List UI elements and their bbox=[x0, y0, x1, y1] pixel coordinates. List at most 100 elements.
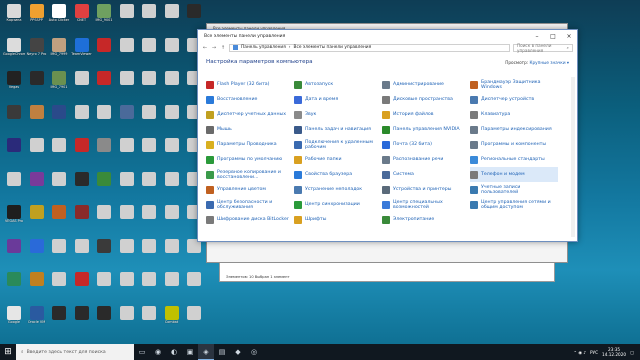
control-panel-item[interactable]: Дисковые пространства bbox=[382, 92, 470, 107]
control-panel-item[interactable]: Клавиатура bbox=[470, 107, 558, 122]
title-bar[interactable]: Все элементы панели управления – □ × bbox=[198, 30, 577, 42]
desktop-icon[interactable] bbox=[48, 238, 70, 265]
control-panel-item[interactable]: Центр управления сетями и общим доступом bbox=[470, 197, 558, 212]
control-panel-item[interactable]: Распознавание речи bbox=[382, 152, 470, 167]
control-panel-item[interactable]: Панель управления NVIDIA bbox=[382, 122, 470, 137]
desktop-icon[interactable] bbox=[93, 272, 115, 298]
control-panel-item[interactable]: Центр синхронизации bbox=[294, 197, 382, 212]
clock[interactable]: 23:35 14.12.2020 bbox=[602, 347, 626, 357]
control-panel-item[interactable]: Учетные записи пользователей bbox=[470, 182, 558, 197]
control-panel-item[interactable]: Управление цветом bbox=[206, 182, 294, 197]
desktop-icon[interactable] bbox=[161, 71, 183, 97]
desktop-icon[interactable] bbox=[183, 238, 205, 265]
desktop-icon[interactable] bbox=[93, 171, 115, 198]
desktop-icon[interactable] bbox=[26, 104, 48, 131]
control-panel-window[interactable]: Все элементы панели управления – □ × ← →… bbox=[197, 29, 578, 242]
control-panel-item[interactable]: Шифрование диска BitLocker bbox=[206, 212, 294, 227]
desktop-icon[interactable] bbox=[48, 104, 70, 131]
desktop-icon[interactable] bbox=[161, 37, 183, 64]
desktop-icon[interactable] bbox=[71, 305, 93, 332]
desktop-icon[interactable] bbox=[138, 4, 160, 30]
desktop-icon[interactable] bbox=[161, 205, 183, 231]
desktop-icon[interactable] bbox=[71, 71, 93, 97]
desktop-icon[interactable] bbox=[93, 37, 115, 64]
control-panel-item[interactable]: Почта (32 бита) bbox=[382, 137, 470, 152]
desktop-icon[interactable] bbox=[93, 104, 115, 131]
language-indicator[interactable]: РУС bbox=[590, 350, 598, 355]
control-panel-item[interactable]: Параметры индексирования bbox=[470, 122, 558, 137]
control-panel-item[interactable]: Диспетчер учетных данных bbox=[206, 107, 294, 122]
desktop-icon[interactable] bbox=[48, 138, 70, 164]
back-icon[interactable]: ← bbox=[202, 45, 208, 51]
desktop-icon[interactable] bbox=[116, 138, 138, 164]
desktop-icon[interactable] bbox=[116, 205, 138, 231]
control-panel-item[interactable]: Дата и время bbox=[294, 92, 382, 107]
desktop-icon[interactable]: PPSSPP bbox=[26, 4, 48, 30]
desktop-icon[interactable] bbox=[3, 171, 25, 198]
desktop-icon[interactable] bbox=[93, 71, 115, 97]
desktop-icon[interactable]: Auto Clicker bbox=[48, 4, 70, 30]
desktop-icon[interactable] bbox=[3, 238, 25, 265]
control-panel-item[interactable]: Центр специальных возможностей bbox=[382, 197, 470, 212]
control-panel-item[interactable]: Центр безопасности и обслуживания bbox=[206, 197, 294, 212]
desktop-icon[interactable] bbox=[71, 205, 93, 231]
taskbar-app-button[interactable]: ▣ bbox=[182, 344, 198, 360]
taskbar-app-button[interactable]: ◐ bbox=[166, 344, 182, 360]
desktop-icon[interactable]: Oracle VM bbox=[26, 305, 48, 332]
desktop-icon[interactable]: Корзина bbox=[3, 4, 25, 30]
desktop-icon[interactable] bbox=[93, 238, 115, 265]
control-panel-item[interactable]: Региональные стандарты bbox=[470, 152, 558, 167]
taskbar-app-button[interactable]: ▤ bbox=[214, 344, 230, 360]
desktop-icon[interactable] bbox=[161, 272, 183, 298]
up-icon[interactable]: ↑ bbox=[220, 45, 226, 51]
desktop-icon[interactable] bbox=[3, 138, 25, 164]
notifications-icon[interactable]: ▢ bbox=[630, 350, 634, 355]
desktop-icon[interactable] bbox=[71, 272, 93, 298]
desktop-icon[interactable] bbox=[138, 238, 160, 265]
desktop-icon[interactable] bbox=[93, 305, 115, 332]
desktop-icon[interactable] bbox=[48, 171, 70, 198]
desktop-icon[interactable] bbox=[138, 37, 160, 64]
desktop-icon[interactable] bbox=[116, 4, 138, 30]
desktop-icon[interactable] bbox=[26, 272, 48, 298]
taskbar-app-button[interactable]: ◈ bbox=[198, 344, 214, 360]
control-panel-item[interactable]: Система bbox=[382, 167, 470, 182]
desktop-icon[interactable] bbox=[3, 104, 25, 131]
desktop-icon[interactable] bbox=[161, 4, 183, 30]
control-panel-item[interactable]: Звук bbox=[294, 107, 382, 122]
scrollbar[interactable] bbox=[571, 77, 575, 237]
desktop-icon[interactable] bbox=[71, 171, 93, 198]
desktop-icon[interactable] bbox=[138, 272, 160, 298]
desktop-icon[interactable]: CNET bbox=[71, 4, 93, 30]
minimize-button[interactable]: – bbox=[529, 33, 545, 40]
desktop-icon[interactable] bbox=[138, 205, 160, 231]
control-panel-item[interactable]: Диспетчер устройств bbox=[470, 92, 558, 107]
control-panel-item[interactable]: Подключения к удаленным рабочим bbox=[294, 137, 382, 152]
desktop-icon[interactable] bbox=[138, 305, 160, 332]
taskbar-app-button[interactable]: ▭ bbox=[134, 344, 150, 360]
control-panel-item[interactable]: История файлов bbox=[382, 107, 470, 122]
desktop-icon[interactable] bbox=[71, 138, 93, 164]
breadcrumb-item[interactable]: Панель управления bbox=[241, 45, 286, 50]
taskbar-app-button[interactable]: ◎ bbox=[246, 344, 262, 360]
control-panel-item[interactable]: Телефон и модем bbox=[470, 167, 558, 182]
control-panel-item[interactable]: Шрифты bbox=[294, 212, 382, 227]
desktop-icon[interactable] bbox=[26, 138, 48, 164]
desktop-icon[interactable] bbox=[116, 37, 138, 64]
desktop-icon[interactable] bbox=[71, 238, 93, 265]
desktop-icon[interactable] bbox=[138, 171, 160, 198]
desktop-icon[interactable] bbox=[116, 305, 138, 332]
desktop-icon[interactable] bbox=[71, 104, 93, 131]
desktop-icon[interactable]: GoogleChrome bbox=[3, 37, 25, 64]
control-panel-item[interactable]: Устройства и принтеры bbox=[382, 182, 470, 197]
control-panel-item[interactable]: Flash Player (32 бита) bbox=[206, 77, 294, 92]
desktop-icon[interactable] bbox=[3, 272, 25, 298]
view-dropdown[interactable]: Крупные значки ▾ bbox=[530, 60, 570, 65]
control-panel-item[interactable]: Параметры Проводника bbox=[206, 137, 294, 152]
control-panel-item[interactable]: Рабочие папки bbox=[294, 152, 382, 167]
control-panel-item[interactable]: Устранение неполадок bbox=[294, 182, 382, 197]
desktop-icon[interactable] bbox=[138, 138, 160, 164]
desktop-icon[interactable] bbox=[116, 171, 138, 198]
search-input[interactable]: Поиск в панели управления ⌕ bbox=[513, 43, 573, 53]
forward-icon[interactable]: → bbox=[211, 45, 217, 51]
